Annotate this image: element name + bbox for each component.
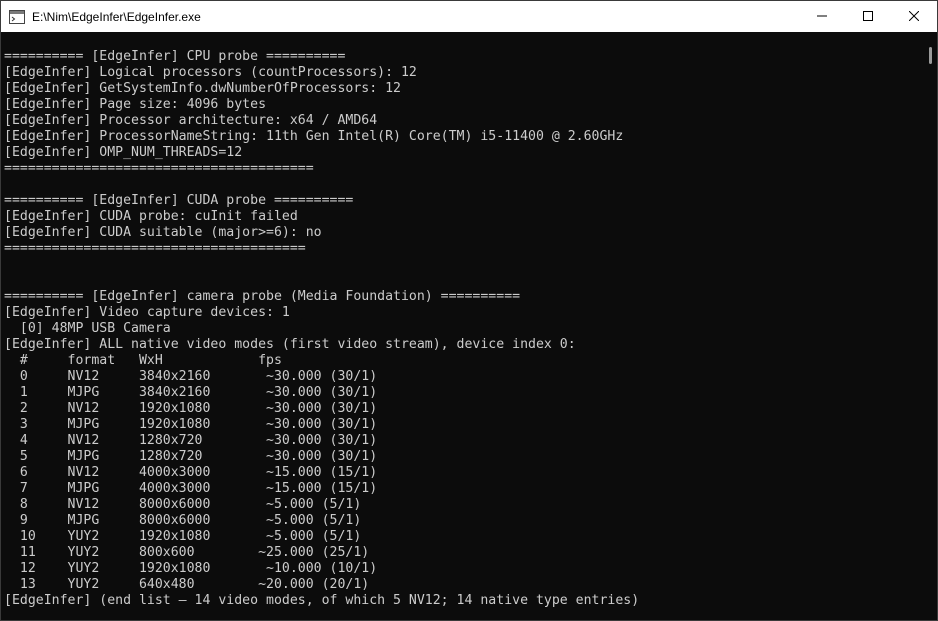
console-line: 6 NV12 4000x3000 ~15.000 (15/1) [4, 465, 378, 480]
console-line: ====================================== [4, 241, 306, 256]
console-line: 13 YUY2 640x480 ~20.000 (20/1) [4, 577, 370, 592]
console-line: [EdgeInfer] Processor architecture: x64 … [4, 113, 378, 128]
maximize-icon [863, 8, 873, 26]
console-line: [EdgeInfer] Logical processors (countPro… [4, 65, 417, 80]
console-line: 12 YUY2 1920x1080 ~10.000 (10/1) [4, 561, 378, 576]
console-line: ======================================= [4, 161, 314, 176]
console-line: [EdgeInfer] ALL native video modes (firs… [4, 337, 576, 352]
console-line: 7 MJPG 4000x3000 ~15.000 (15/1) [4, 481, 378, 496]
minimize-icon [817, 8, 827, 26]
window-title: E:\Nim\EdgeInfer\EdgeInfer.exe [32, 9, 201, 24]
console-line: [EdgeInfer] Video capture devices: 1 [4, 305, 290, 320]
console-line: ========== [EdgeInfer] CUDA probe ======… [4, 193, 354, 208]
console-line: 3 MJPG 1920x1080 ~30.000 (30/1) [4, 417, 378, 432]
console-line: ========== [EdgeInfer] camera probe (Med… [4, 289, 521, 304]
console-line: [0] 48MP USB Camera [4, 321, 171, 336]
console-line: 1 MJPG 3840x2160 ~30.000 (30/1) [4, 385, 378, 400]
console-line: [EdgeInfer] OMP_NUM_THREADS=12 [4, 145, 243, 160]
console-output[interactable]: ========== [EdgeInfer] CPU probe =======… [1, 32, 925, 620]
console-line: [EdgeInfer] GetSystemInfo.dwNumberOfProc… [4, 81, 401, 96]
console-app-icon [9, 9, 25, 25]
close-button[interactable] [891, 1, 937, 32]
window-controls [799, 1, 937, 32]
console-line: ========== [EdgeInfer] CPU probe =======… [4, 49, 346, 64]
console-line: 9 MJPG 8000x6000 ~5.000 (5/1) [4, 513, 362, 528]
console-line: 10 YUY2 1920x1080 ~5.000 (5/1) [4, 529, 362, 544]
console-line: 0 NV12 3840x2160 ~30.000 (30/1) [4, 369, 378, 384]
console-line: 2 NV12 1920x1080 ~30.000 (30/1) [4, 401, 378, 416]
vertical-scrollbar[interactable] [925, 32, 937, 620]
console-line: [EdgeInfer] CUDA probe: cuInit failed [4, 209, 298, 224]
scrollbar-thumb[interactable] [929, 47, 932, 64]
console-line: # format WxH fps [4, 353, 282, 368]
console-line: 11 YUY2 800x600 ~25.000 (25/1) [4, 545, 370, 560]
console-line: 5 MJPG 1280x720 ~30.000 (30/1) [4, 449, 378, 464]
console-line: [EdgeInfer] CUDA suitable (major>=6): no [4, 225, 322, 240]
console-line: [EdgeInfer] (end list — 14 video modes, … [4, 593, 640, 608]
title-bar[interactable]: E:\Nim\EdgeInfer\EdgeInfer.exe [1, 1, 937, 32]
console-line: [EdgeInfer] ProcessorNameString: 11th Ge… [4, 129, 624, 144]
minimize-button[interactable] [799, 1, 845, 32]
console-line: 4 NV12 1280x720 ~30.000 (30/1) [4, 433, 378, 448]
console-window: E:\Nim\EdgeInfer\EdgeInfer.exe =========… [0, 0, 938, 621]
maximize-button[interactable] [845, 1, 891, 32]
console-line: [EdgeInfer] Page size: 4096 bytes [4, 97, 267, 112]
console-line: 8 NV12 8000x6000 ~5.000 (5/1) [4, 497, 362, 512]
close-icon [908, 8, 920, 26]
